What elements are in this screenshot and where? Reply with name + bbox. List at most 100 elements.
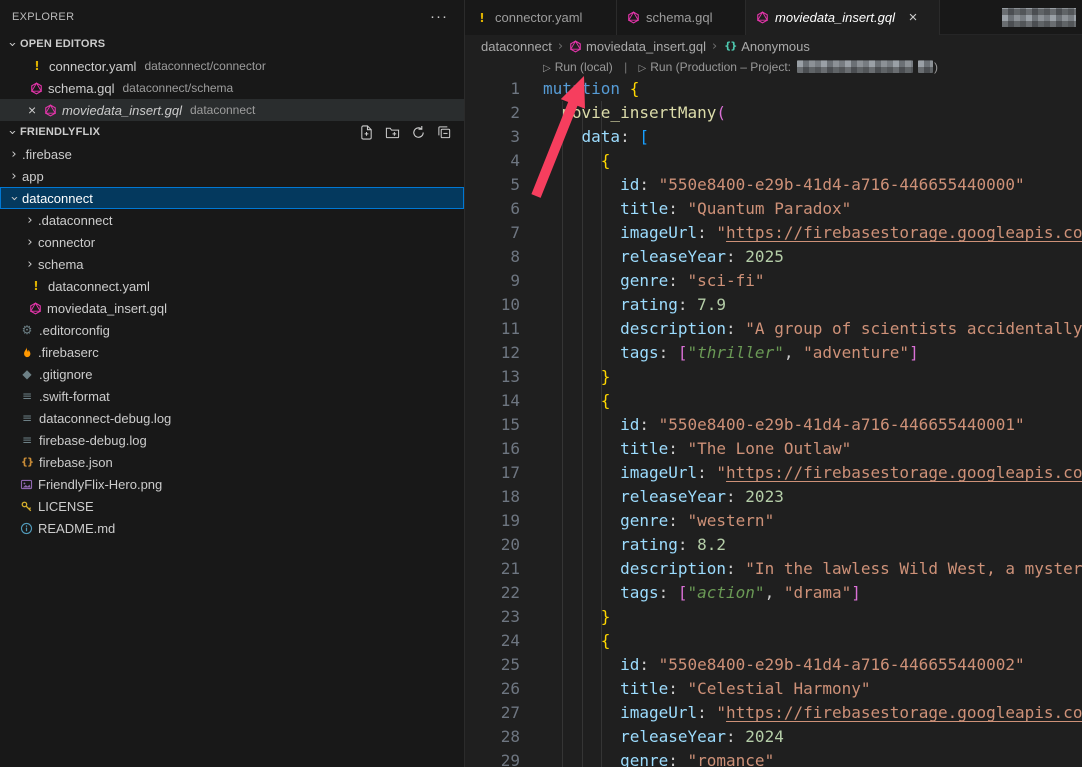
code-line: 19 genre: "western"	[465, 509, 1082, 533]
breadcrumb-separator-icon: ›	[558, 39, 563, 54]
breadcrumb-item-moviedata-insert-gql[interactable]: moviedata_insert.gql	[569, 39, 706, 54]
chevron-down-icon: ›	[5, 36, 20, 52]
code-content: 1mutation {2 movie_insertMany(3 data: [4…	[465, 77, 1082, 767]
line-number: 1	[465, 77, 520, 101]
tree-item-label: firebase-debug.log	[39, 433, 147, 448]
code-text[interactable]: imageUrl: "https://firebasestorage.googl…	[520, 701, 1082, 725]
tree-item-firebase[interactable]: ›.firebase	[0, 143, 464, 165]
chevron-down-icon: ›	[5, 124, 20, 140]
code-text[interactable]: {	[520, 149, 610, 173]
open-editor-connector-yaml[interactable]: !connector.yamldataconnect/connector	[0, 55, 464, 77]
open-editors-section-header[interactable]: › OPEN EDITORS	[0, 33, 464, 55]
tree-item-firebaserc[interactable]: .firebaserc	[0, 341, 464, 363]
tree-item-gitignore[interactable]: ◆.gitignore	[0, 363, 464, 385]
symbol-icon: {}	[723, 41, 737, 52]
tree-item-schema[interactable]: ›schema	[0, 253, 464, 275]
tree-item-moviedata-insert-gql[interactable]: moviedata_insert.gql	[0, 297, 464, 319]
tree-item-dataconnect-debug-log[interactable]: ≡dataconnect-debug.log	[0, 407, 464, 429]
open-editor-schema-gql[interactable]: schema.gqldataconnect/schema	[0, 77, 464, 99]
chevron-right-icon: ›	[6, 169, 22, 184]
tab-bar: !connector.yamlschema.gqlmoviedata_inser…	[465, 0, 1082, 35]
breadcrumb: dataconnect›moviedata_insert.gql›{}Anony…	[465, 35, 1082, 57]
code-text[interactable]: genre: "sci-fi"	[520, 269, 765, 293]
refresh-icon	[411, 125, 426, 140]
code-text[interactable]: {	[520, 629, 610, 653]
line-number: 20	[465, 533, 520, 557]
line-number: 5	[465, 173, 520, 197]
refresh-button[interactable]	[409, 123, 428, 142]
code-text[interactable]: }	[520, 605, 610, 629]
new-file-button[interactable]	[357, 123, 376, 142]
codelens-bar: ▷Run (local) | ▷Run (Production – Projec…	[465, 57, 1082, 77]
run-production-link[interactable]: ▷Run (Production – Project:)	[639, 60, 938, 74]
tree-item-app[interactable]: ›app	[0, 165, 464, 187]
gear-icon: ⚙	[20, 323, 34, 337]
code-text[interactable]: movie_insertMany(	[520, 101, 726, 125]
code-text[interactable]: title: "Celestial Harmony"	[520, 677, 871, 701]
code-text[interactable]: tags: ["action", "drama"]	[520, 581, 861, 605]
open-editor-moviedata-insert-gql[interactable]: ×moviedata_insert.gqldataconnect	[0, 99, 464, 121]
close-editor-icon[interactable]: ×	[28, 102, 44, 118]
collapse-all-button[interactable]	[435, 123, 454, 142]
key-icon	[20, 500, 33, 513]
code-line: 18 releaseYear: 2023	[465, 485, 1082, 509]
tree-item-swift-format[interactable]: ≡.swift-format	[0, 385, 464, 407]
vscode-window: { "colors":{ "graphql_pink":"#e535ab","w…	[0, 0, 1082, 767]
tree-item-label: .firebase	[22, 147, 72, 162]
code-text[interactable]: }	[520, 365, 610, 389]
chevron-right-icon: ›	[6, 147, 22, 162]
code-text[interactable]: genre: "romance"	[520, 749, 774, 767]
tree-item-label: firebase.json	[39, 455, 113, 470]
code-text[interactable]: rating: 7.9	[520, 293, 726, 317]
code-text[interactable]: description: "A group of scientists acci…	[520, 317, 1082, 341]
tree-item-friendlyflix-hero-png[interactable]: FriendlyFlix-Hero.png	[0, 473, 464, 495]
code-text[interactable]: mutation {	[520, 77, 639, 101]
code-text[interactable]: title: "Quantum Paradox"	[520, 197, 851, 221]
tab-label: connector.yaml	[495, 10, 582, 25]
tree-item-dataconnect-yaml[interactable]: !dataconnect.yaml	[0, 275, 464, 297]
code-text[interactable]: releaseYear: 2023	[520, 485, 784, 509]
project-section-header[interactable]: › FRIENDLYFLIX	[0, 121, 464, 143]
code-line: 21 description: "In the lawless Wild Wes…	[465, 557, 1082, 581]
code-text[interactable]: id: "550e8400-e29b-41d4-a716-44665544000…	[520, 173, 1025, 197]
tree-item-firebase-json[interactable]: {}firebase.json	[0, 451, 464, 473]
code-text[interactable]: releaseYear: 2025	[520, 245, 784, 269]
breadcrumb-item-anonymous[interactable]: {}Anonymous	[723, 39, 810, 54]
tree-actions	[357, 123, 454, 142]
code-text[interactable]: description: "In the lawless Wild West, …	[520, 557, 1082, 581]
code-line: 3 data: [	[465, 125, 1082, 149]
code-text[interactable]: imageUrl: "https://firebasestorage.googl…	[520, 461, 1082, 485]
code-text[interactable]: rating: 8.2	[520, 533, 726, 557]
code-text[interactable]: data: [	[520, 125, 649, 149]
tree-item-license[interactable]: LICENSE	[0, 495, 464, 517]
tree-item-connector[interactable]: ›connector	[0, 231, 464, 253]
code-text[interactable]: id: "550e8400-e29b-41d4-a716-44665544000…	[520, 413, 1025, 437]
file-tree: ›.firebase›app›dataconnect›.dataconnect›…	[0, 143, 464, 539]
git-icon: ◆	[20, 367, 34, 381]
close-tab-icon[interactable]: ×	[905, 9, 921, 26]
tab-moviedata-insert-gql[interactable]: moviedata_insert.gql×	[746, 0, 940, 35]
run-local-link[interactable]: ▷Run (local)	[543, 60, 613, 74]
code-text[interactable]: tags: ["thriller", "adventure"]	[520, 341, 919, 365]
tree-item-editorconfig[interactable]: ⚙.editorconfig	[0, 319, 464, 341]
tree-item-dataconnect[interactable]: ›dataconnect	[0, 187, 464, 209]
tab-schema-gql[interactable]: schema.gql	[617, 0, 746, 35]
tree-item-dataconnect[interactable]: ›.dataconnect	[0, 209, 464, 231]
tree-item-readme-md[interactable]: README.md	[0, 517, 464, 539]
tabs: !connector.yamlschema.gqlmoviedata_inser…	[465, 0, 940, 34]
breadcrumb-item-dataconnect[interactable]: dataconnect	[481, 39, 552, 54]
code-line: 5 id: "550e8400-e29b-41d4-a716-446655440…	[465, 173, 1082, 197]
code-text[interactable]: title: "The Lone Outlaw"	[520, 437, 851, 461]
tab-connector-yaml[interactable]: !connector.yaml	[465, 0, 617, 35]
graphql-icon	[569, 40, 582, 53]
code-text[interactable]: imageUrl: "https://firebasestorage.googl…	[520, 221, 1082, 245]
code-text[interactable]: {	[520, 389, 610, 413]
new-folder-button[interactable]	[383, 123, 402, 142]
code-text[interactable]: id: "550e8400-e29b-41d4-a716-44665544000…	[520, 653, 1025, 677]
tree-item-firebase-debug-log[interactable]: ≡firebase-debug.log	[0, 429, 464, 451]
code-text[interactable]: genre: "western"	[520, 509, 774, 533]
code-text[interactable]: releaseYear: 2024	[520, 725, 784, 749]
graphql-icon	[29, 302, 42, 315]
graphql-icon	[756, 11, 769, 24]
more-actions-button[interactable]: ···	[430, 8, 448, 25]
